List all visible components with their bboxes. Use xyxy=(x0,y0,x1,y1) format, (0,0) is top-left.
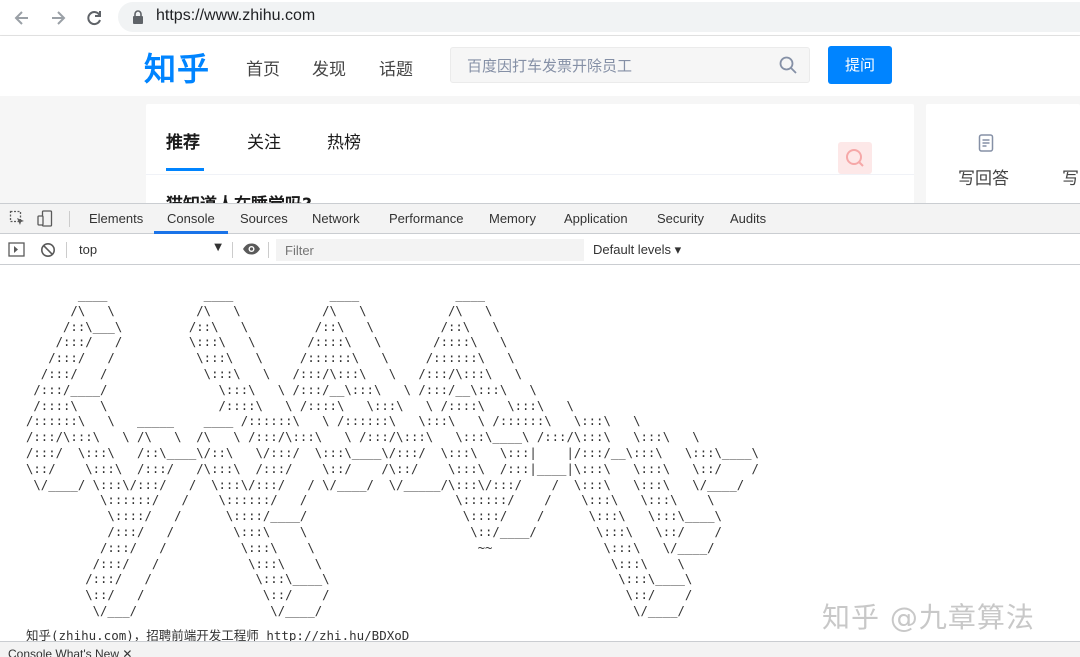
feed-card: 推荐 关注 热榜 猫知道人在睡觉吗? xyxy=(146,104,914,203)
side-card: 写回答 写 xyxy=(926,104,1080,203)
eye-icon[interactable] xyxy=(242,242,261,256)
tab-recommend[interactable]: 推荐 xyxy=(166,128,200,153)
log-levels-dropdown[interactable]: Default levels ▾ xyxy=(593,242,681,258)
browser-address-bar: https://www.zhihu.com xyxy=(0,0,1080,36)
tab-memory[interactable]: Memory xyxy=(489,211,536,226)
clear-console-icon[interactable] xyxy=(40,242,56,258)
toolbar-divider xyxy=(232,242,233,258)
tab-sources[interactable]: Sources xyxy=(240,211,288,226)
forward-button[interactable] xyxy=(44,4,72,32)
write-answer-button[interactable]: 写回答 xyxy=(958,164,1009,189)
sidebar-toggle-icon[interactable] xyxy=(8,242,25,257)
tab-hot[interactable]: 热榜 xyxy=(327,128,361,153)
tab-audits[interactable]: Audits xyxy=(730,211,766,226)
chevron-down-icon: ▼ xyxy=(214,242,222,253)
tab-security[interactable]: Security xyxy=(657,211,704,226)
nav-topics[interactable]: 话题 xyxy=(379,55,413,80)
tab-follow[interactable]: 关注 xyxy=(247,128,281,153)
tab-performance[interactable]: Performance xyxy=(389,211,463,226)
ask-button[interactable]: 提问 xyxy=(828,46,892,84)
console-drawer-tabs: Console What's New ✕ xyxy=(0,641,1080,657)
toolbar-divider xyxy=(69,211,70,227)
devtools-tabbar: Elements Console Sources Network Perform… xyxy=(0,204,1080,234)
toolbar-divider xyxy=(66,242,67,258)
inspect-element-icon[interactable] xyxy=(9,210,26,227)
reload-icon xyxy=(87,11,101,26)
tab-divider xyxy=(146,174,914,175)
question-title[interactable]: 猫知道人在睡觉吗? xyxy=(166,190,312,203)
drawer-tabs-label[interactable]: Console What's New ✕ xyxy=(8,647,132,657)
lock-icon xyxy=(133,10,143,24)
device-toolbar-icon[interactable] xyxy=(37,210,55,227)
search-placeholder: 百度因打车发票开除员工 xyxy=(467,57,633,75)
forward-arrow-icon xyxy=(52,11,66,25)
console-toolbar: top ▼ Default levels ▾ xyxy=(0,235,1080,265)
nav-discover[interactable]: 发现 xyxy=(312,55,346,80)
reload-button[interactable] xyxy=(80,4,108,32)
back-button[interactable] xyxy=(8,4,36,32)
document-icon xyxy=(978,134,994,152)
write-article-button[interactable]: 写 xyxy=(1062,164,1079,189)
back-arrow-icon xyxy=(14,11,28,25)
zhihu-header: 知乎 首页 发现 话题 百度因打车发票开除员工 提问 xyxy=(0,36,1080,96)
tab-console[interactable]: Console xyxy=(167,211,215,226)
devtools-panel: Elements Console Sources Network Perform… xyxy=(0,203,1080,657)
zhihu-logo[interactable]: 知乎 xyxy=(144,44,210,90)
context-value: top xyxy=(79,242,98,257)
search-icon[interactable] xyxy=(779,56,797,74)
watermark: 知乎 @九章算法 xyxy=(822,601,1035,634)
toolbar-divider xyxy=(268,242,269,258)
nav-home[interactable]: 首页 xyxy=(246,55,280,80)
filter-input[interactable] xyxy=(276,239,584,261)
context-selector[interactable]: top ▼ xyxy=(72,239,228,261)
active-devtools-tab-indicator xyxy=(154,231,228,234)
active-tab-indicator xyxy=(166,168,204,171)
url-text: https://www.zhihu.com xyxy=(156,7,316,24)
hot-icon[interactable] xyxy=(838,142,872,174)
url-field[interactable]: https://www.zhihu.com xyxy=(118,2,1080,32)
tab-application[interactable]: Application xyxy=(564,211,628,226)
tab-network[interactable]: Network xyxy=(312,211,360,226)
tab-elements[interactable]: Elements xyxy=(89,211,143,226)
search-input[interactable]: 百度因打车发票开除员工 xyxy=(450,47,810,83)
console-ascii-art: ____ ____ ____ ____ /\ \ /\ \ /\ \ /\ \ … xyxy=(26,288,759,618)
console-output: ____ ____ ____ ____ /\ \ /\ \ /\ \ /\ \ … xyxy=(0,266,1080,643)
zhihu-page: 推荐 关注 热榜 猫知道人在睡觉吗? 写回答 写 xyxy=(0,96,1080,203)
